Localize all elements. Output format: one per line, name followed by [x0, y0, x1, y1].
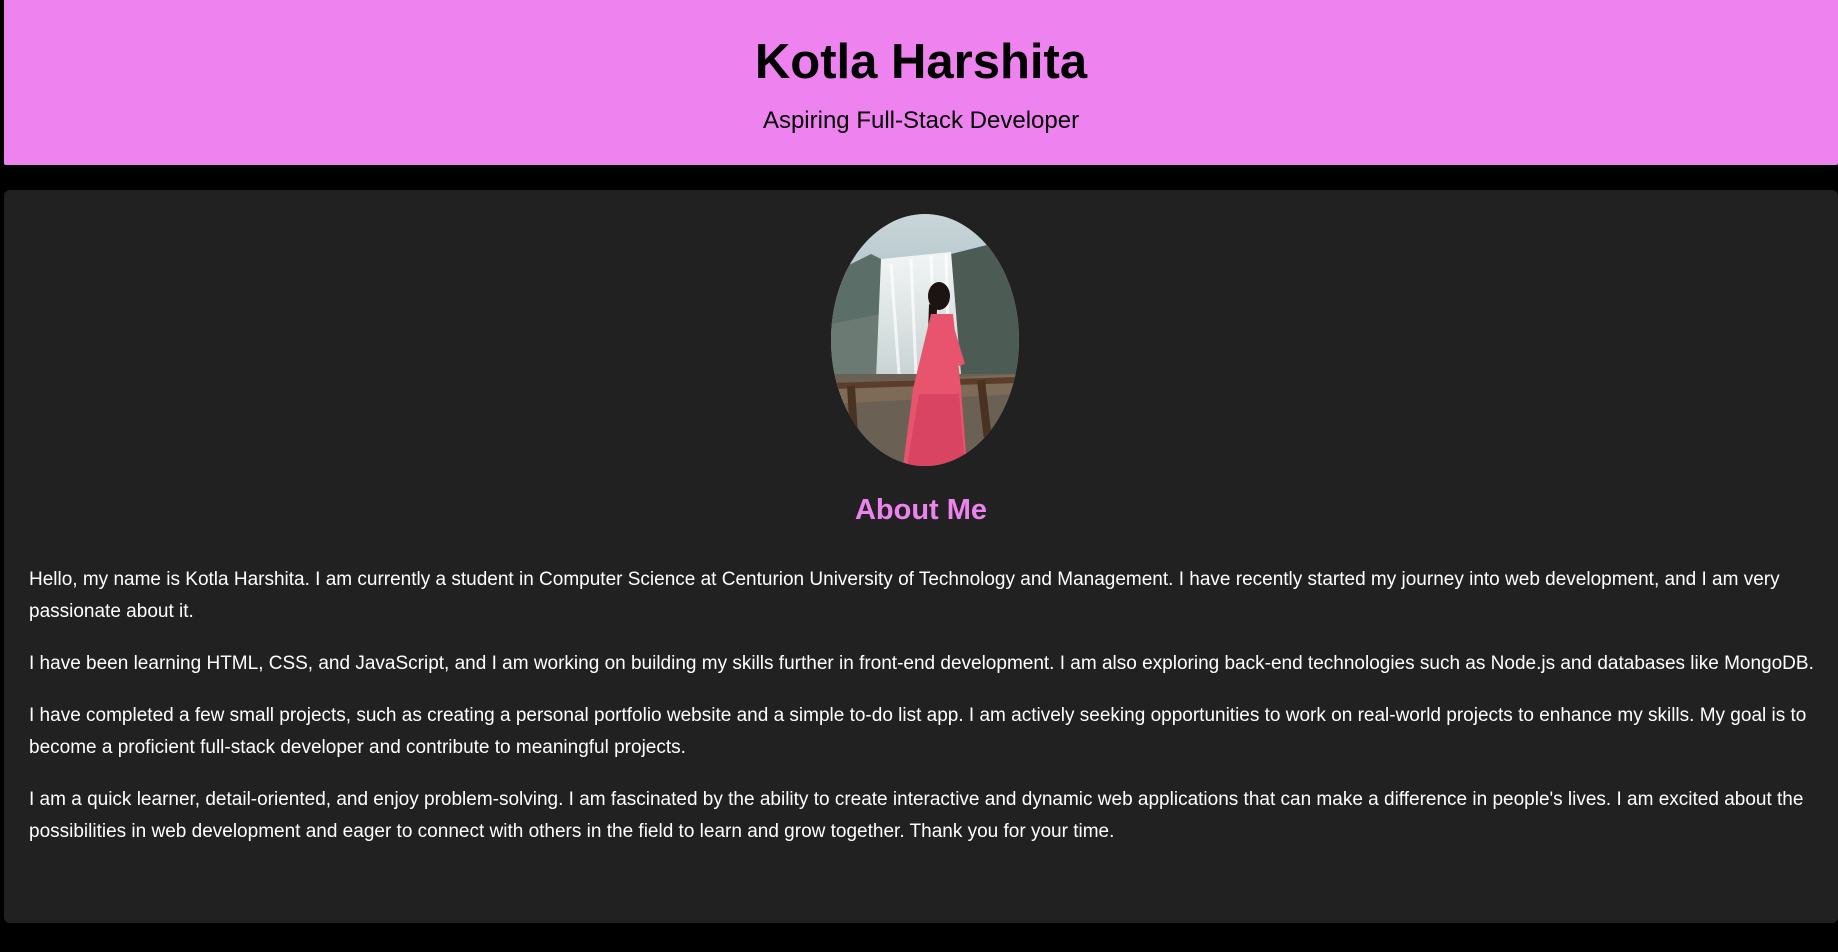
site-header: Kotla Harshita Aspiring Full-Stack Devel…	[4, 0, 1838, 165]
about-paragraph: I have completed a few small projects, s…	[29, 705, 1807, 758]
about-section: About Me Hello, my name is Kotla Harshit…	[4, 190, 1838, 923]
about-paragraph: I have been learning HTML, CSS, and Java…	[29, 653, 1814, 674]
about-paragraph: I am a quick learner, detail-oriented, a…	[29, 789, 1804, 842]
about-heading: About Me	[854, 494, 988, 526]
about-paragraph: Hello, my name is Kotla Harshita. I am c…	[29, 569, 1780, 622]
about-text: Hello, my name is Kotla Harshita. I am c…	[29, 564, 1822, 868]
profile-photo	[831, 214, 1019, 466]
page: Kotla Harshita Aspiring Full-Stack Devel…	[0, 0, 1838, 952]
tagline: Aspiring Full-Stack Developer	[762, 107, 1080, 134]
page-title: Kotla Harshita	[754, 35, 1088, 89]
